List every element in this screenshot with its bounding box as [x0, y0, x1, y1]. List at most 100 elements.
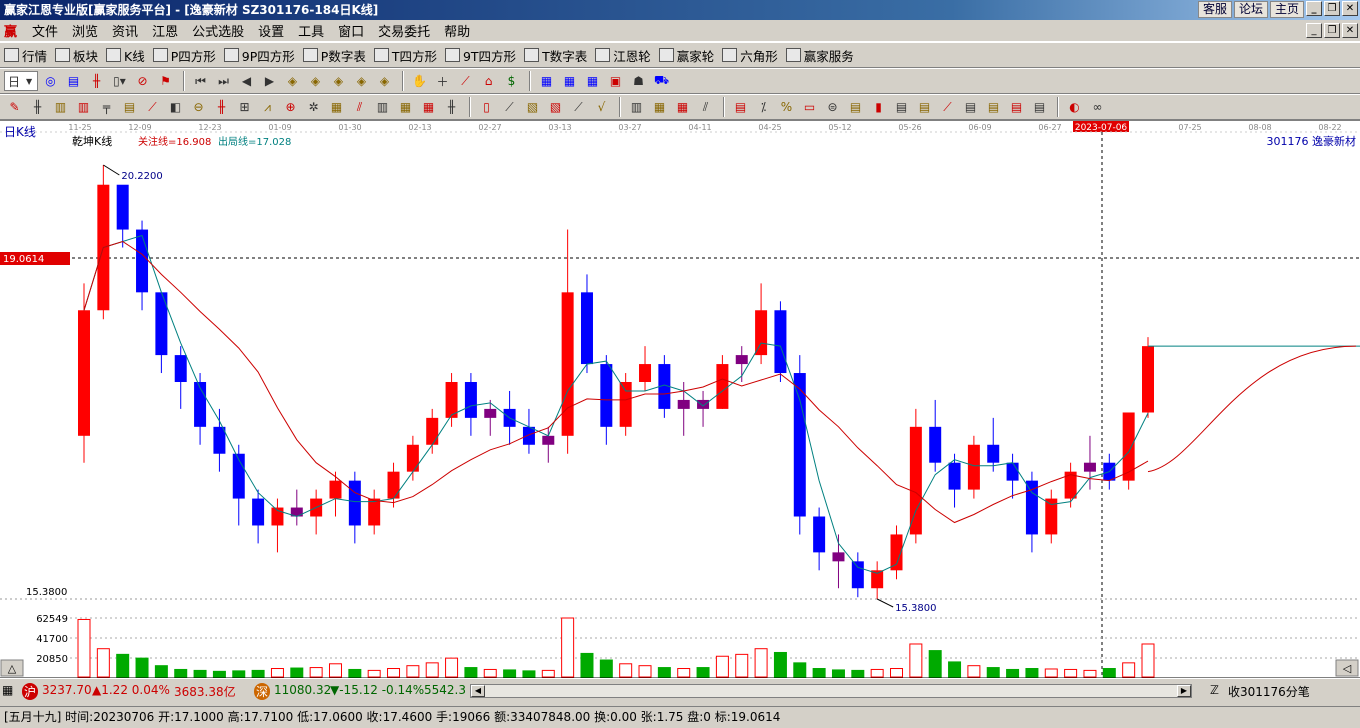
draw-tool-46-icon[interactable]: ▤: [1029, 97, 1050, 117]
minimize-icon[interactable]: _: [1306, 1, 1322, 16]
draw-tool-34-icon[interactable]: ⁒: [753, 97, 774, 117]
menu-window[interactable]: 窗口: [331, 21, 371, 40]
stamp-icon[interactable]: ⌂: [478, 71, 499, 91]
draw-tool-3-icon[interactable]: ▥: [73, 97, 94, 117]
diamond-4-icon[interactable]: ◈: [351, 71, 372, 91]
draw-tool-1-icon[interactable]: ╫: [27, 97, 48, 117]
toolbar-t-square-button[interactable]: T四方形: [373, 46, 437, 65]
toolbar-tn-table-button[interactable]: T数字表: [524, 46, 587, 65]
stock-scrollbar[interactable]: ◀ ▶: [470, 684, 1192, 698]
menu-gann[interactable]: 江恩: [145, 21, 185, 40]
draw-tool-0-icon[interactable]: ✎: [4, 97, 25, 117]
draw-tool-26-icon[interactable]: √: [591, 97, 612, 117]
restore-icon[interactable]: ❐: [1324, 1, 1340, 16]
draw-tool-29-icon[interactable]: ▦: [649, 97, 670, 117]
scroll-left-icon[interactable]: ◀: [471, 685, 485, 697]
toolbar-gann-wheel-button[interactable]: 江恩轮: [595, 46, 651, 65]
draw-tool-39-icon[interactable]: ▮: [868, 97, 889, 117]
draw-tool-42-icon[interactable]: ⟋: [937, 97, 958, 117]
table-icon[interactable]: ▦: [559, 71, 580, 91]
draw-tool-17-icon[interactable]: ▦: [395, 97, 416, 117]
draw-tool-10-icon[interactable]: ⊞: [234, 97, 255, 117]
homepage-link[interactable]: 主页: [1269, 1, 1304, 18]
flag-icon[interactable]: ⚑: [155, 71, 176, 91]
toolbar-blocks-button[interactable]: 板块: [55, 46, 98, 65]
toolbar-pn-table-button[interactable]: P数字表: [302, 46, 366, 65]
draw-tool-37-icon[interactable]: ⊜: [822, 97, 843, 117]
draw-tool-35-icon[interactable]: %: [776, 97, 797, 117]
zoom-icon[interactable]: ◎: [40, 71, 61, 91]
scroll-right-icon[interactable]: ▶: [1177, 685, 1191, 697]
menu-tools[interactable]: 工具: [291, 21, 331, 40]
calc-icon[interactable]: ▦: [2, 683, 13, 697]
draw-tool-36-icon[interactable]: ▭: [799, 97, 820, 117]
draw-tool-31-icon[interactable]: ⫽: [695, 97, 716, 117]
toolbar-winner-wheel-button[interactable]: 赢家轮: [658, 46, 714, 65]
menu-browse[interactable]: 浏览: [65, 21, 105, 40]
draw-tool-16-icon[interactable]: ▥: [372, 97, 393, 117]
calendar-icon[interactable]: ▦: [536, 71, 557, 91]
draw-tool-5-icon[interactable]: ▤: [119, 97, 140, 117]
toolbar-grid-button[interactable]: 行情: [4, 46, 47, 65]
formula-icon[interactable]: ⊘: [132, 71, 153, 91]
draw-tool-24-icon[interactable]: ▧: [545, 97, 566, 117]
first-icon[interactable]: ⏮: [190, 71, 211, 91]
draw-tool-25-icon[interactable]: ⟋: [568, 97, 589, 117]
prev-icon[interactable]: ◀: [236, 71, 257, 91]
diamond-1-icon[interactable]: ◈: [282, 71, 303, 91]
draw-tool-40-icon[interactable]: ▤: [891, 97, 912, 117]
menu-trade[interactable]: 交易委托: [371, 21, 437, 40]
toolbar-9t-square-button[interactable]: 9T四方形: [444, 46, 516, 65]
close-icon[interactable]: ✕: [1342, 1, 1358, 16]
toolbar-service-button[interactable]: 赢家服务: [785, 46, 854, 65]
truck-icon[interactable]: ⛟: [651, 71, 672, 91]
next-icon[interactable]: ▶: [259, 71, 280, 91]
forum-link[interactable]: 论坛: [1233, 1, 1268, 18]
draw-tool-11-icon[interactable]: ⩘: [257, 97, 278, 117]
draw-tool-15-icon[interactable]: ⫽: [349, 97, 370, 117]
diamond-3-icon[interactable]: ◈: [328, 71, 349, 91]
draw-tool-43-icon[interactable]: ▤: [960, 97, 981, 117]
period-select[interactable]: 日 ▼: [4, 71, 38, 91]
menu-settings[interactable]: 设置: [251, 21, 291, 40]
draw-tool-44-icon[interactable]: ▤: [983, 97, 1004, 117]
kline-chart[interactable]: 11-25 12-09 12-23 01-09 01-30 02-13 02-27 03-13…: [0, 120, 1360, 679]
draw-tool-33-icon[interactable]: ▤: [730, 97, 751, 117]
draw-tool-23-icon[interactable]: ▧: [522, 97, 543, 117]
diamond-5-icon[interactable]: ◈: [374, 71, 395, 91]
draw-tool-30-icon[interactable]: ▦: [672, 97, 693, 117]
draw-tool-18-icon[interactable]: ▦: [418, 97, 439, 117]
toolbar-kline-button[interactable]: K线: [106, 46, 145, 65]
draw-tool-2-icon[interactable]: ▥: [50, 97, 71, 117]
draw-tool-41-icon[interactable]: ▤: [914, 97, 935, 117]
line-tool-icon[interactable]: ⟋: [455, 71, 476, 91]
draw-tool-7-icon[interactable]: ◧: [165, 97, 186, 117]
doc-icon[interactable]: ▤: [63, 71, 84, 91]
toolbar-9p-square-button[interactable]: 9P四方形: [223, 46, 295, 65]
menu-formula[interactable]: 公式选股: [185, 21, 251, 40]
draw-tool-6-icon[interactable]: ⟋: [142, 97, 163, 117]
child-restore-icon[interactable]: ❐: [1324, 23, 1340, 38]
draw-tool-48-icon[interactable]: ◐: [1064, 97, 1085, 117]
tick-list-icon[interactable]: ℤ: [1210, 683, 1219, 697]
draw-tool-21-icon[interactable]: ▯: [476, 97, 497, 117]
draw-tool-28-icon[interactable]: ▥: [626, 97, 647, 117]
draw-tool-22-icon[interactable]: ⟋: [499, 97, 520, 117]
bars-icon[interactable]: ╫: [86, 71, 107, 91]
draw-tool-9-icon[interactable]: ╫: [211, 97, 232, 117]
draw-tool-4-icon[interactable]: ╤: [96, 97, 117, 117]
last-icon[interactable]: ⏭: [213, 71, 234, 91]
draw-tool-38-icon[interactable]: ▤: [845, 97, 866, 117]
people-icon[interactable]: ☗: [628, 71, 649, 91]
toolbar-hexagon-button[interactable]: 六角形: [722, 46, 778, 65]
hand-icon[interactable]: ✋: [409, 71, 430, 91]
draw-tool-14-icon[interactable]: ▦: [326, 97, 347, 117]
grid-view-icon[interactable]: ▦: [582, 71, 603, 91]
menu-help[interactable]: 帮助: [437, 21, 477, 40]
draw-tool-19-icon[interactable]: ╫: [441, 97, 462, 117]
draw-tool-49-icon[interactable]: ∞: [1087, 97, 1108, 117]
tick-list-label[interactable]: 收301176分笔: [1228, 683, 1310, 700]
child-close-icon[interactable]: ✕: [1342, 23, 1358, 38]
child-minimize-icon[interactable]: _: [1306, 23, 1322, 38]
dollar-icon[interactable]: $: [501, 71, 522, 91]
